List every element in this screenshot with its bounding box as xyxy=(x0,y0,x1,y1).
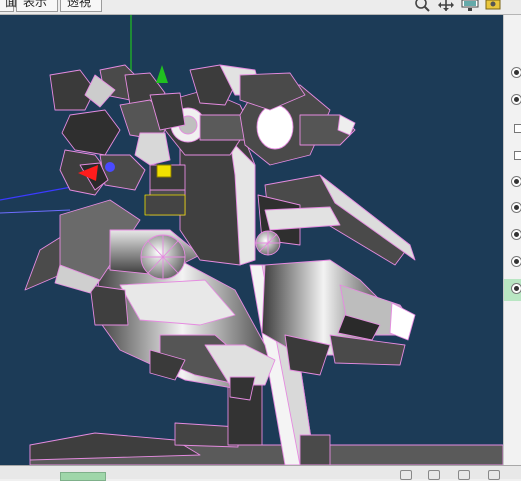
option-check-1[interactable] xyxy=(514,124,521,133)
option-radio-7[interactable] xyxy=(511,283,521,294)
option-radio-2[interactable] xyxy=(511,94,521,105)
option-radio-5[interactable] xyxy=(511,229,521,240)
option-radio-3[interactable] xyxy=(511,176,521,187)
option-radio-4[interactable] xyxy=(511,202,521,213)
display-icon[interactable] xyxy=(461,0,479,12)
tab-face[interactable]: 面 xyxy=(0,0,17,12)
tab-display[interactable]: 表示 xyxy=(16,0,58,12)
camera-icon[interactable] xyxy=(485,0,501,12)
bottom-icon-4[interactable] xyxy=(488,470,500,480)
option-radio-1[interactable] xyxy=(511,67,521,78)
right-options-panel xyxy=(503,15,521,465)
bottom-icon-2[interactable] xyxy=(428,470,440,480)
option-check-2[interactable] xyxy=(514,151,521,160)
zoom-icon[interactable] xyxy=(415,0,431,12)
robot-mesh-model xyxy=(0,15,503,465)
bottom-icon-1[interactable] xyxy=(400,470,412,480)
z-axis-handle xyxy=(105,162,115,172)
active-bottom-button[interactable] xyxy=(60,472,106,481)
bottom-icon-3[interactable] xyxy=(458,470,470,480)
y-axis-arrow xyxy=(156,65,168,83)
top-toolbar: 面 表示 透視 xyxy=(0,0,521,15)
3d-viewport[interactable] xyxy=(0,15,503,465)
bottom-toolbar xyxy=(0,465,521,481)
view-tools xyxy=(415,0,501,12)
tab-perspective[interactable]: 透視 xyxy=(60,0,102,12)
move-icon[interactable] xyxy=(437,0,455,12)
option-radio-6[interactable] xyxy=(511,256,521,267)
